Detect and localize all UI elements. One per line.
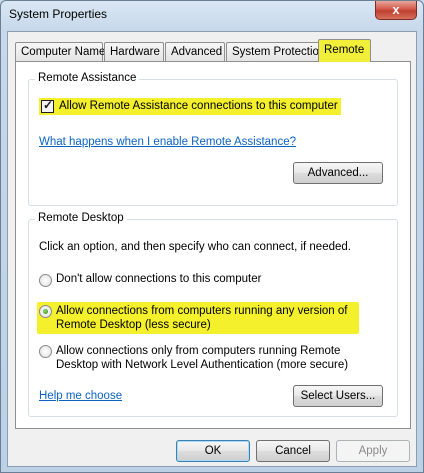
dialog-client-area: Computer Name Hardware Advanced System P… <box>7 31 417 467</box>
tab-hardware[interactable]: Hardware <box>104 42 164 62</box>
remote-assistance-help-link[interactable]: What happens when I enable Remote Assist… <box>39 136 296 148</box>
radio-button[interactable] <box>39 274 52 287</box>
remote-assistance-group: Remote Assistance ✓ Allow Remote Assista… <box>28 72 398 206</box>
radio-button-selected[interactable] <box>39 305 52 318</box>
remote-desktop-instruction: Click an option, and then specify who ca… <box>39 241 351 253</box>
system-properties-window: System Properties x Computer Name Hardwa… <box>0 0 424 473</box>
apply-button[interactable]: Apply <box>336 440 410 462</box>
radio-dont-allow[interactable]: Don't allow connections to this computer <box>39 273 261 287</box>
radio-allow-nla-line1: Allow connections only from computers ru… <box>56 345 341 357</box>
cancel-button[interactable]: Cancel <box>256 440 330 462</box>
advanced-button[interactable]: Advanced... <box>293 162 383 184</box>
remote-desktop-group: Remote Desktop Click an option, and then… <box>28 212 398 417</box>
radio-allow-nla-line2: Desktop with Network Level Authenticatio… <box>56 359 349 371</box>
help-me-choose-link[interactable]: Help me choose <box>39 390 122 402</box>
radio-allow-any-version-line1: Allow connections from computers running… <box>56 305 348 317</box>
tab-system-protection[interactable]: System Protection <box>226 42 325 62</box>
radio-allow-any-version-label: Allow connections from computers running… <box>56 304 347 332</box>
title-bar[interactable]: System Properties x <box>1 1 423 29</box>
close-icon[interactable]: x <box>375 1 417 20</box>
select-users-button[interactable]: Select Users... <box>293 385 383 407</box>
radio-dont-allow-label: Don't allow connections to this computer <box>56 273 262 285</box>
tab-computer-name[interactable]: Computer Name <box>15 42 105 62</box>
remote-desktop-legend: Remote Desktop <box>35 212 127 224</box>
checkmark-icon: ✓ <box>43 98 54 112</box>
radio-allow-any-version[interactable]: Allow connections from computers running… <box>37 302 360 334</box>
tab-remote[interactable]: Remote <box>318 39 371 62</box>
remote-tab-panel: Remote Assistance ✓ Allow Remote Assista… <box>15 61 411 429</box>
radio-button[interactable] <box>39 345 52 358</box>
remote-assistance-legend: Remote Assistance <box>35 72 140 84</box>
allow-remote-assistance-checkbox[interactable]: ✓ Allow Remote Assistance connections to… <box>39 98 341 115</box>
window-title: System Properties <box>9 7 108 21</box>
radio-allow-nla-label: Allow connections only from computers ru… <box>56 344 348 372</box>
allow-remote-assistance-label: Allow Remote Assistance connections to t… <box>59 100 338 112</box>
radio-allow-any-version-line2: Remote Desktop (less secure) <box>56 319 211 331</box>
tab-advanced[interactable]: Advanced <box>165 42 225 62</box>
checkbox[interactable]: ✓ <box>41 98 54 113</box>
ok-button[interactable]: OK <box>176 440 250 462</box>
radio-allow-nla[interactable]: Allow connections only from computers ru… <box>39 344 348 372</box>
